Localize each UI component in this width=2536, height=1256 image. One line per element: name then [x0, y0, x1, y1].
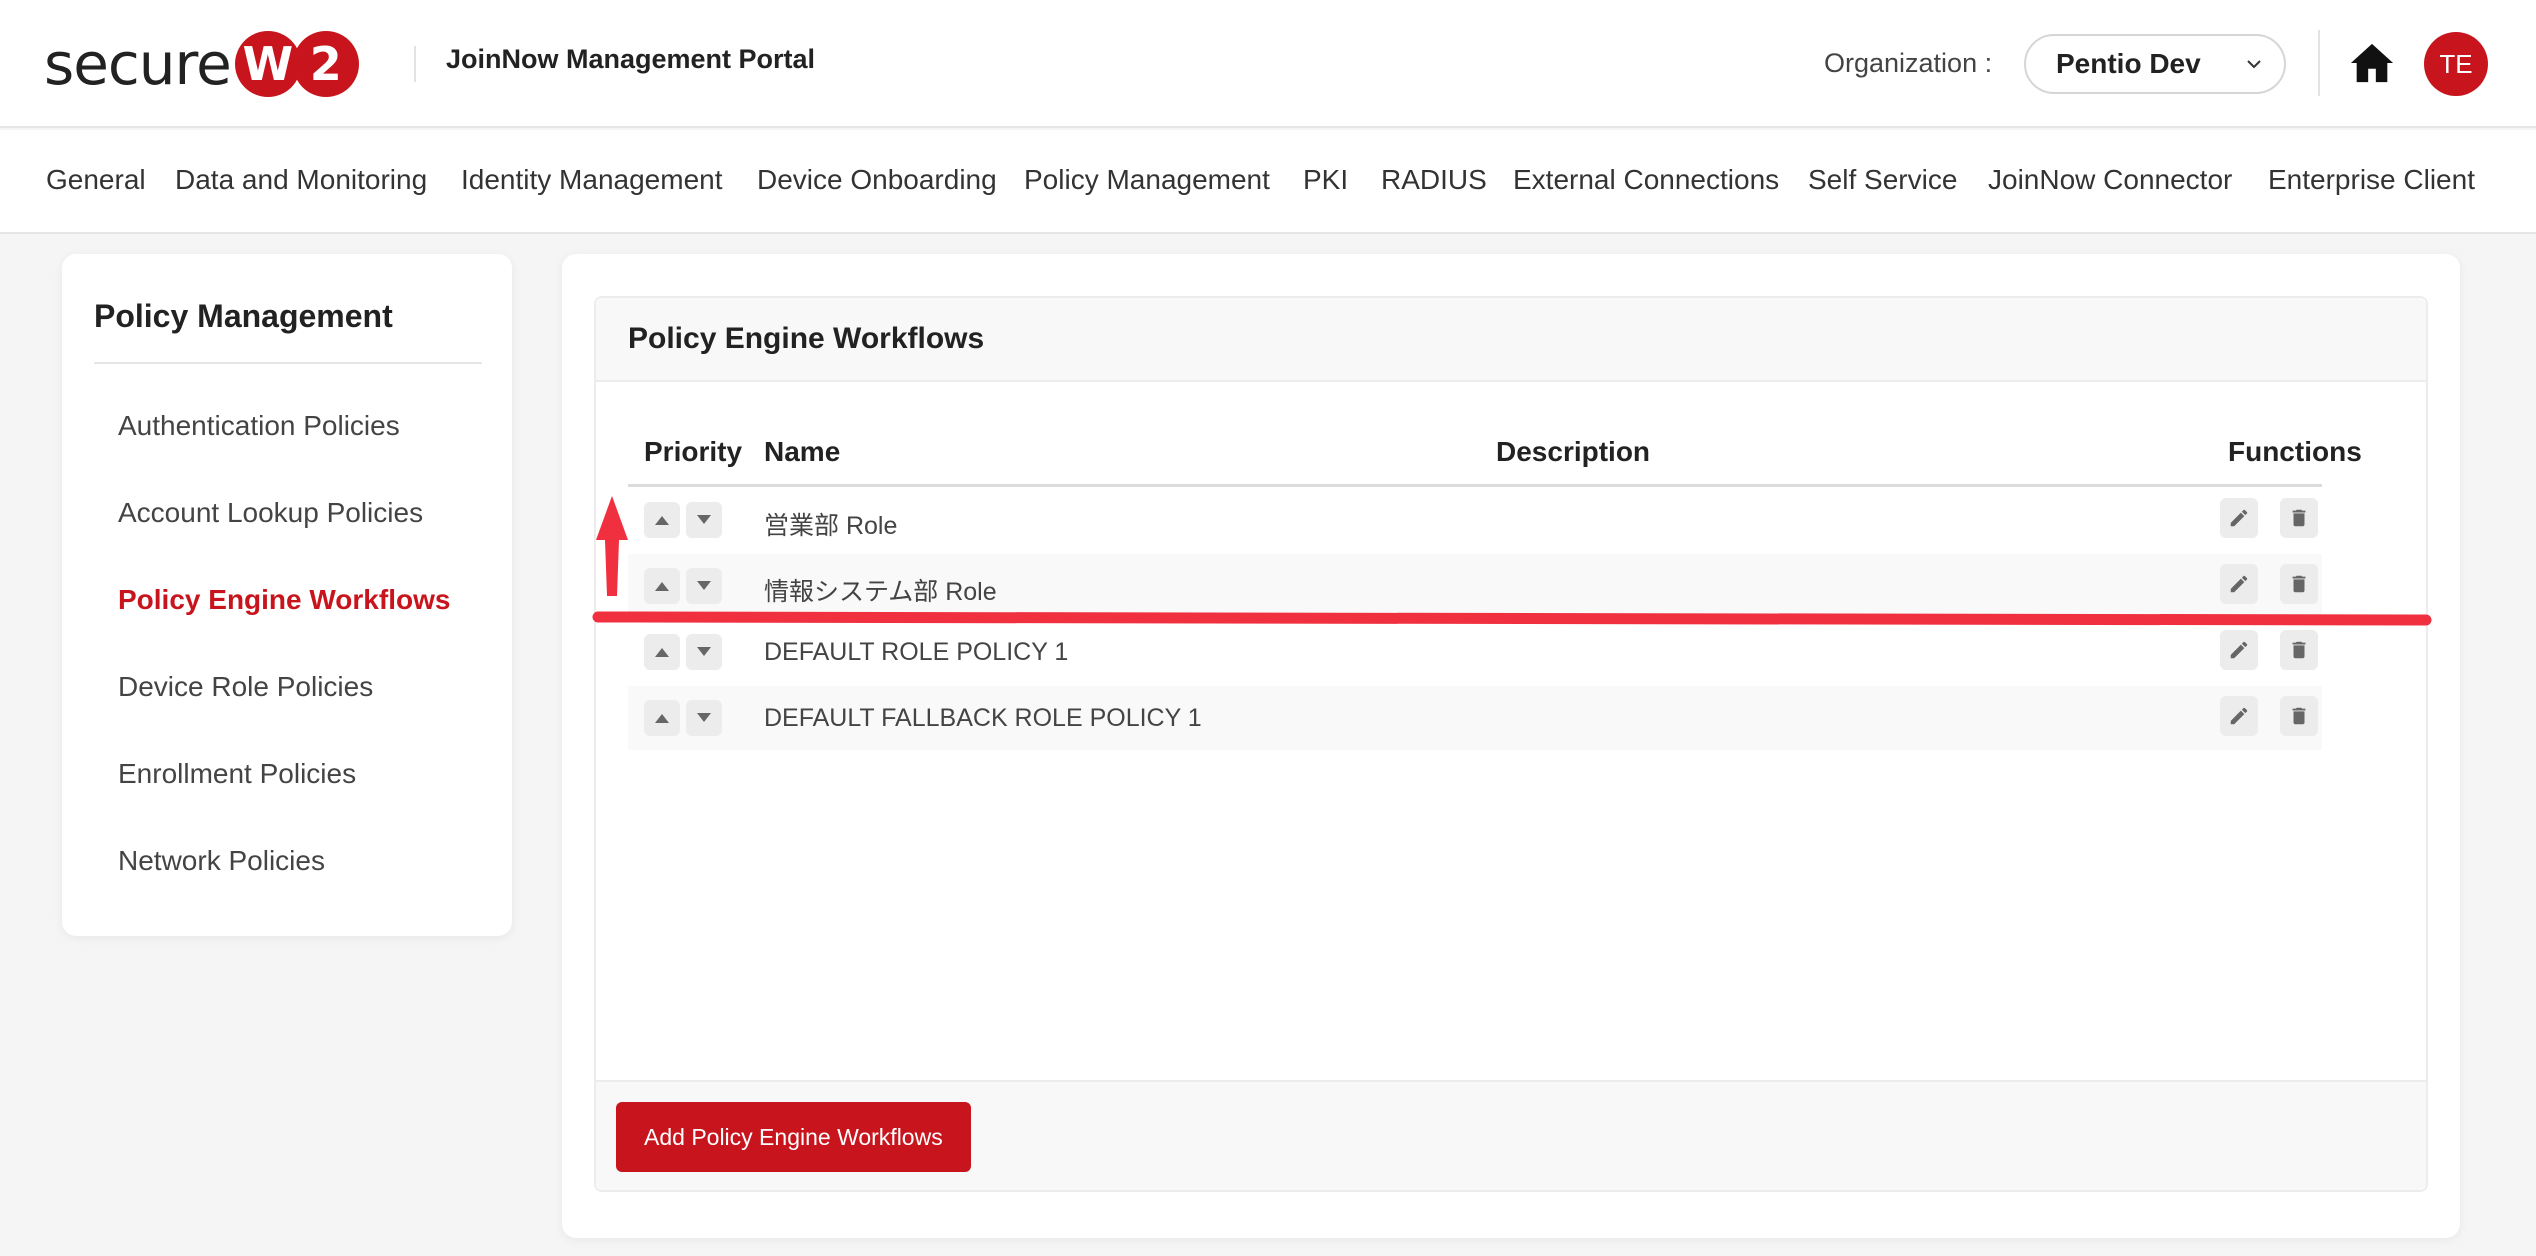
- pencil-icon: [2230, 509, 2248, 527]
- user-avatar[interactable]: TE: [2424, 32, 2488, 96]
- move-down-button[interactable]: [686, 700, 722, 736]
- move-down-button[interactable]: [686, 634, 722, 670]
- caret-up-icon: [655, 714, 669, 723]
- edit-button[interactable]: [2220, 498, 2258, 538]
- sidebar-item-account-lookup-policies[interactable]: Account Lookup Policies: [118, 497, 423, 529]
- nav-item-radius[interactable]: RADIUS: [1381, 164, 1487, 196]
- trash-icon: [2292, 509, 2306, 527]
- sidebar-item-policy-engine-workflows[interactable]: Policy Engine Workflows: [118, 584, 450, 616]
- portal-title: JoinNow Management Portal: [446, 44, 816, 74]
- table-row: 情報システム部 Role: [628, 554, 2322, 618]
- sidebar-item-enrollment-policies[interactable]: Enrollment Policies: [118, 758, 356, 790]
- edit-button[interactable]: [2220, 630, 2258, 670]
- move-up-button[interactable]: [644, 634, 680, 670]
- trash-icon: [2292, 707, 2306, 725]
- organization-select[interactable]: Pentio Dev: [2024, 34, 2286, 94]
- sidebar-item-device-role-policies[interactable]: Device Role Policies: [118, 671, 373, 703]
- caret-down-icon: [697, 515, 711, 524]
- edit-button[interactable]: [2220, 564, 2258, 604]
- top-header: secure W 2 JoinNow Management Portal Org…: [0, 0, 2536, 128]
- edit-button[interactable]: [2220, 696, 2258, 736]
- delete-button[interactable]: [2280, 696, 2318, 736]
- card-footer: Add Policy Engine Workflows: [596, 1080, 2426, 1190]
- table-header-divider: [628, 484, 2322, 487]
- move-up-button[interactable]: [644, 700, 680, 736]
- caret-up-icon: [655, 516, 669, 525]
- table-row: 営業部 Role: [628, 488, 2322, 552]
- nav-item-device-onboarding[interactable]: Device Onboarding: [757, 164, 997, 196]
- sidebar-item-network-policies[interactable]: Network Policies: [118, 845, 325, 877]
- caret-up-icon: [655, 582, 669, 591]
- pencil-icon: [2230, 575, 2248, 593]
- move-down-button[interactable]: [686, 502, 722, 538]
- home-icon[interactable]: [2348, 40, 2396, 86]
- row-name: DEFAULT FALLBACK ROLE POLICY 1: [764, 704, 1202, 732]
- nav-item-policy-management[interactable]: Policy Management: [1024, 164, 1270, 196]
- delete-button[interactable]: [2280, 630, 2318, 670]
- nav-item-self-service[interactable]: Self Service: [1808, 164, 1957, 196]
- logo-badge: W 2: [234, 31, 359, 97]
- row-name: 営業部 Role: [764, 512, 898, 540]
- pencil-icon: [2230, 707, 2248, 725]
- sidebar: Policy Management Authentication Policie…: [62, 254, 512, 936]
- logo-wordmark: secure: [44, 30, 232, 98]
- header-divider: [414, 46, 416, 82]
- organization-label: Organization :: [1824, 48, 1993, 78]
- chevron-down-icon: [2247, 60, 2261, 69]
- move-up-button[interactable]: [644, 568, 680, 604]
- caret-down-icon: [697, 581, 711, 590]
- table-row: DEFAULT FALLBACK ROLE POLICY 1: [628, 686, 2322, 750]
- nav-item-enterprise-client[interactable]: Enterprise Client: [2268, 164, 2475, 196]
- move-down-button[interactable]: [686, 568, 722, 604]
- nav-item-external-connections[interactable]: External Connections: [1513, 164, 1779, 196]
- nav-item-data-and-monitoring[interactable]: Data and Monitoring: [175, 164, 427, 196]
- column-header-functions: Functions: [2228, 436, 2362, 467]
- column-header-name: Name: [764, 436, 841, 467]
- card-title: Policy Engine Workflows: [628, 322, 985, 355]
- pencil-icon: [2230, 641, 2248, 659]
- main-content: Policy Engine Workflows Priority Name De…: [562, 254, 2460, 1238]
- table-row: DEFAULT ROLE POLICY 1: [628, 620, 2322, 684]
- organization-value: Pentio Dev: [2056, 48, 2201, 79]
- sidebar-title: Policy Management: [94, 298, 393, 334]
- workflows-card: Policy Engine Workflows Priority Name De…: [594, 296, 2428, 1192]
- logo-badge-2: 2: [292, 31, 359, 97]
- header-divider-right: [2318, 30, 2320, 96]
- sidebar-item-authentication-policies[interactable]: Authentication Policies: [118, 410, 400, 442]
- delete-button[interactable]: [2280, 564, 2318, 604]
- row-name: DEFAULT ROLE POLICY 1: [764, 638, 1069, 666]
- nav-item-pki[interactable]: PKI: [1303, 164, 1348, 196]
- nav-item-general[interactable]: General: [46, 164, 146, 196]
- row-name: 情報システム部 Role: [764, 578, 997, 606]
- column-header-description: Description: [1496, 436, 1651, 467]
- nav-item-joinnow-connector[interactable]: JoinNow Connector: [1988, 164, 2232, 196]
- nav-item-identity-management[interactable]: Identity Management: [461, 164, 723, 196]
- caret-up-icon: [655, 648, 669, 657]
- caret-down-icon: [697, 713, 711, 722]
- trash-icon: [2292, 575, 2306, 593]
- column-header-priority: Priority: [644, 436, 743, 467]
- move-up-button[interactable]: [644, 502, 680, 538]
- delete-button[interactable]: [2280, 498, 2318, 538]
- securew2-logo[interactable]: secure W 2: [44, 28, 359, 100]
- add-policy-engine-workflows-button[interactable]: Add Policy Engine Workflows: [616, 1102, 971, 1172]
- main-nav: General Data and Monitoring Identity Man…: [0, 130, 2536, 234]
- trash-icon: [2292, 641, 2306, 659]
- card-header: Policy Engine Workflows: [596, 298, 2426, 382]
- logo-badge-w: W: [234, 31, 301, 97]
- sidebar-divider: [94, 362, 482, 364]
- caret-down-icon: [697, 647, 711, 656]
